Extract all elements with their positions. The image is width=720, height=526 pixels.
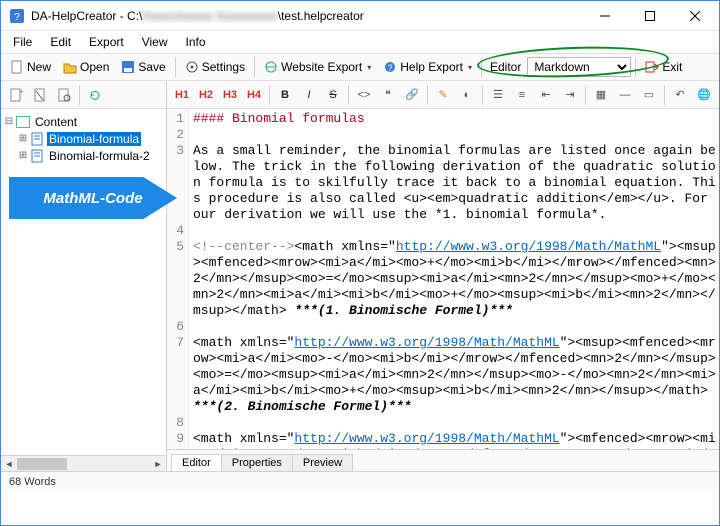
- italic-button[interactable]: I: [298, 84, 320, 106]
- sidebar-toolbar: +: [1, 81, 166, 109]
- tab-editor[interactable]: Editor: [171, 454, 222, 471]
- source-text[interactable]: #### Binomial formulas As a small remind…: [189, 109, 719, 449]
- open-button[interactable]: Open: [58, 56, 114, 78]
- website-export-button[interactable]: Website Export: [259, 56, 376, 78]
- tree-root[interactable]: ⊟ Content: [3, 113, 164, 130]
- editor-tabs: Editor Properties Preview: [167, 449, 719, 471]
- tree-item[interactable]: ⊞Binomial-formula: [3, 130, 164, 147]
- save-button[interactable]: Save: [116, 56, 170, 78]
- code-editor[interactable]: 1 2 3 4 5 6 7 8 9 #### Binomial formulas…: [167, 109, 719, 449]
- undo-button[interactable]: ↶: [669, 84, 691, 106]
- list-ul-button[interactable]: ☰: [487, 84, 509, 106]
- line-gutter: 1 2 3 4 5 6 7 8 9: [167, 109, 189, 449]
- editor-mode-select[interactable]: Markdown: [527, 57, 631, 77]
- list-ol-button[interactable]: ≡: [511, 84, 533, 106]
- tab-preview[interactable]: Preview: [292, 454, 353, 471]
- h4-button[interactable]: H4: [243, 84, 265, 106]
- content-tree[interactable]: ⊟ Content ⊞Binomial-formula⊞Binomial-for…: [1, 109, 166, 455]
- main-toolbar: New Open Save Settings Website Export ?H…: [1, 53, 719, 81]
- word-count: 68 Words: [9, 476, 56, 488]
- bold-button[interactable]: B: [274, 84, 296, 106]
- main-area: + ⊟ Content ⊞Binomial-formula⊞Binomial-f…: [1, 81, 719, 471]
- close-button[interactable]: [672, 1, 717, 30]
- minimize-button[interactable]: [582, 1, 627, 30]
- delete-page-icon[interactable]: [29, 84, 51, 106]
- menu-file[interactable]: File: [5, 33, 40, 51]
- image-button[interactable]: ▭: [638, 84, 660, 106]
- book-icon: [15, 115, 31, 129]
- svg-text:?: ?: [14, 12, 20, 23]
- window-title: DA-HelpCreator - C:\XxxxxXxxxxx Xxxxxxxx…: [31, 9, 582, 23]
- menubar: File Edit Export View Info: [1, 31, 719, 53]
- table-button[interactable]: ▦: [590, 84, 612, 106]
- indent-button[interactable]: ⇥: [559, 84, 581, 106]
- quote-button[interactable]: ❝: [377, 84, 399, 106]
- highlight-button[interactable]: ✎: [432, 84, 454, 106]
- add-page-icon[interactable]: +: [5, 84, 27, 106]
- tab-properties[interactable]: Properties: [221, 454, 293, 471]
- refresh-icon[interactable]: [84, 84, 106, 106]
- status-bar: 68 Words: [1, 471, 719, 491]
- h2-button[interactable]: H2: [195, 84, 217, 106]
- globe-button[interactable]: 🌐: [693, 84, 715, 106]
- menu-edit[interactable]: Edit: [42, 33, 79, 51]
- maximize-button[interactable]: [627, 1, 672, 30]
- h1-button[interactable]: H1: [171, 84, 193, 106]
- tree-item[interactable]: ⊞Binomial-formula-2: [3, 147, 164, 164]
- editor-toolbar: H1 H2 H3 H4 B I S <> ❝ 🔗 ✎ ◐ ☰ ≡ ⇤ ⇥ ▦ —…: [167, 81, 719, 109]
- code-button[interactable]: <>: [353, 84, 375, 106]
- menu-export[interactable]: Export: [81, 33, 132, 51]
- page-icon: [29, 132, 45, 146]
- color-button[interactable]: ◐: [456, 84, 478, 106]
- editor-pane: H1 H2 H3 H4 B I S <> ❝ 🔗 ✎ ◐ ☰ ≡ ⇤ ⇥ ▦ —…: [167, 81, 719, 471]
- settings-button[interactable]: Settings: [180, 56, 250, 78]
- editor-label: Editor: [490, 60, 521, 74]
- svg-text:?: ?: [388, 63, 393, 73]
- mathml-callout: MathML-Code: [9, 177, 177, 219]
- sidebar: + ⊟ Content ⊞Binomial-formula⊞Binomial-f…: [1, 81, 167, 471]
- menu-view[interactable]: View: [134, 33, 176, 51]
- strike-button[interactable]: S: [322, 84, 344, 106]
- h3-button[interactable]: H3: [219, 84, 241, 106]
- menu-info[interactable]: Info: [178, 33, 214, 51]
- exit-button[interactable]: Exit: [640, 56, 687, 78]
- page-icon: [29, 149, 45, 163]
- titlebar: ? DA-HelpCreator - C:\XxxxxXxxxxx Xxxxxx…: [1, 1, 719, 31]
- page-props-icon[interactable]: [53, 84, 75, 106]
- app-icon: ?: [9, 8, 25, 24]
- svg-text:+: +: [19, 88, 23, 96]
- link-button[interactable]: 🔗: [401, 84, 423, 106]
- sidebar-hscroll[interactable]: ◄►: [1, 455, 166, 471]
- help-export-button[interactable]: ?Help Export: [378, 56, 477, 78]
- outdent-button[interactable]: ⇤: [535, 84, 557, 106]
- new-button[interactable]: New: [5, 56, 56, 78]
- hr-button[interactable]: —: [614, 84, 636, 106]
